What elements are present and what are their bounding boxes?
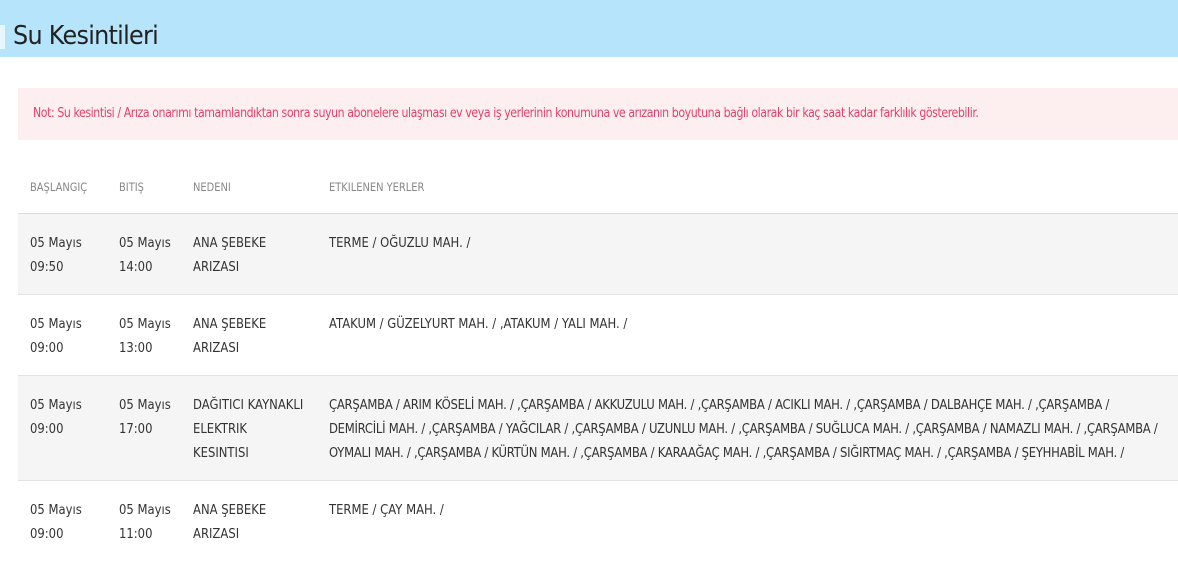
- header-end: BITIŞ: [119, 180, 144, 194]
- table-header: BAŞLANGIÇ BITIŞ NEDENI ETKILENEN YERLER: [18, 140, 1178, 214]
- reason-line: ANA ŞEBEKE: [193, 316, 267, 332]
- header-places: ETKILENEN YERLER: [329, 180, 425, 194]
- end-time: 14:00: [119, 259, 153, 275]
- header-reason: NEDENI: [193, 180, 231, 194]
- start-time: 09:00: [30, 340, 64, 356]
- places-cell: TERME / OĞUZLU MAH. /: [329, 235, 471, 251]
- page-header: Su Kesintileri: [0, 0, 1178, 57]
- start-date: 05 Mayıs: [30, 316, 82, 332]
- end-time: 13:00: [119, 340, 153, 356]
- reason-line: ARIZASI: [193, 340, 240, 356]
- end-date: 05 Mayıs: [119, 397, 171, 413]
- page-title: Su Kesintileri: [13, 21, 159, 51]
- reason-cell: ANA ŞEBEKE ARIZASI: [193, 312, 266, 360]
- table-row: 05 Mayıs 09:00 05 Mayıs 11:00 ANA ŞEBEKE…: [18, 481, 1178, 562]
- reason-line: ARIZASI: [193, 526, 240, 542]
- reason-line: ARIZASI: [193, 259, 240, 275]
- start-date: 05 Mayıs: [30, 502, 82, 518]
- end-cell: 05 Mayıs 14:00: [119, 231, 171, 279]
- end-date: 05 Mayıs: [119, 235, 171, 251]
- header-accent-bar: [0, 25, 5, 49]
- start-date: 05 Mayıs: [30, 397, 82, 413]
- start-date: 05 Mayıs: [30, 235, 82, 251]
- end-date: 05 Mayıs: [119, 502, 171, 518]
- table-row: 05 Mayıs 09:00 05 Mayıs 17:00 DAĞITICI K…: [18, 376, 1178, 481]
- reason-line: ANA ŞEBEKE: [193, 502, 267, 518]
- start-time: 09:50: [30, 259, 64, 275]
- start-time: 09:00: [30, 526, 64, 542]
- start-cell: 05 Mayıs 09:00: [30, 312, 82, 360]
- start-time: 09:00: [30, 421, 64, 437]
- end-time: 17:00: [119, 421, 153, 437]
- places-cell: ÇARŞAMBA / ARIM KÖSELİ MAH. / ,ÇARŞAMBA …: [329, 397, 1158, 461]
- reason-cell: ANA ŞEBEKE ARIZASI: [193, 498, 266, 546]
- reason-line: DAĞITICI KAYNAKLI: [193, 397, 304, 413]
- places-cell: TERME / ÇAY MAH. /: [329, 502, 444, 518]
- end-cell: 05 Mayıs 17:00: [119, 393, 171, 441]
- end-date: 05 Mayıs: [119, 316, 171, 332]
- header-start: BAŞLANGIÇ: [30, 180, 88, 194]
- table-row: 05 Mayıs 09:50 05 Mayıs 14:00 ANA ŞEBEKE…: [18, 214, 1178, 295]
- reason-line: ELEKTRIK: [193, 421, 248, 437]
- outage-table: BAŞLANGIÇ BITIŞ NEDENI ETKILENEN YERLER …: [18, 140, 1178, 562]
- end-time: 11:00: [119, 526, 153, 542]
- reason-cell: ANA ŞEBEKE ARIZASI: [193, 231, 266, 279]
- start-cell: 05 Mayıs 09:00: [30, 393, 82, 441]
- reason-cell: DAĞITICI KAYNAKLI ELEKTRIK KESINTISI: [193, 393, 303, 465]
- end-cell: 05 Mayıs 11:00: [119, 498, 171, 546]
- reason-line: KESINTISI: [193, 445, 249, 461]
- table-row: 05 Mayıs 09:00 05 Mayıs 13:00 ANA ŞEBEKE…: [18, 295, 1178, 376]
- places-cell: ATAKUM / GÜZELYURT MAH. / ,ATAKUM / YALI…: [329, 316, 628, 332]
- end-cell: 05 Mayıs 13:00: [119, 312, 171, 360]
- start-cell: 05 Mayıs 09:50: [30, 231, 82, 279]
- notice-text: Not: Su kesintisi / Arıza onarımı tamaml…: [33, 106, 979, 121]
- start-cell: 05 Mayıs 09:00: [30, 498, 82, 546]
- notice-box: Not: Su kesintisi / Arıza onarımı tamaml…: [18, 88, 1178, 140]
- reason-line: ANA ŞEBEKE: [193, 235, 267, 251]
